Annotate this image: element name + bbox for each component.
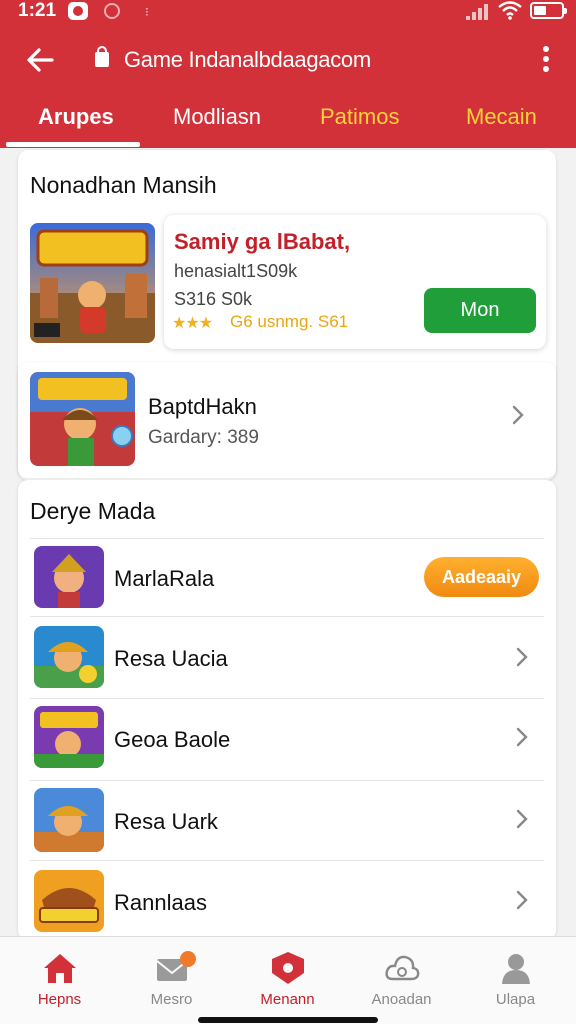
nav-item-messages[interactable]: Mesro (114, 937, 229, 1024)
game-title: Resa Uacia (114, 646, 228, 671)
bottom-nav: Hepns Mesro Menann Anoadan Ulapa (0, 936, 576, 1024)
featured-game-card[interactable]: Samiy ga lBabat, henasialt1S09k S316 S0k… (164, 215, 546, 349)
nav-label: Mesro (150, 991, 193, 1008)
app-header: 1:21 ⁝ Game Indanalbdaagacom Arupes Modl… (0, 0, 576, 148)
home-icon (44, 954, 76, 983)
kebab-menu-icon[interactable] (536, 46, 556, 76)
chevron-right-icon (516, 809, 528, 829)
user-icon (502, 954, 530, 984)
game-title: Resa Uark (114, 809, 218, 834)
divider (30, 538, 544, 539)
game-thumbnail (34, 870, 104, 932)
install-button[interactable]: Mon (424, 288, 536, 333)
featured-game-title: Samiy ga lBabat, (174, 229, 351, 254)
game-category: Gardary: 389 (148, 427, 259, 448)
wifi-icon (498, 1, 522, 20)
shield-icon (272, 952, 304, 984)
app-notification-icon (68, 2, 88, 20)
list-item[interactable]: Rannlaas (18, 864, 556, 936)
star-rating-icon: ★★★ (172, 315, 213, 332)
tab-bar: Arupes Modliasn Patimos Mecain (0, 96, 576, 148)
game-thumbnail (34, 626, 104, 688)
game-thumbnail (30, 372, 135, 466)
nav-item-user[interactable]: Ulapa (458, 937, 573, 1024)
section-title: Nonadhan Mansih (30, 172, 217, 198)
lock-icon (95, 46, 109, 67)
nav-item-cloud[interactable]: Anoadan (344, 937, 459, 1024)
chevron-right-icon (512, 405, 524, 425)
chevron-right-icon (516, 727, 528, 747)
divider (30, 780, 544, 781)
nav-label: Hepns (37, 991, 82, 1008)
section-title: Derye Mada (30, 498, 156, 524)
game-title: Rannlaas (114, 890, 207, 915)
featured-game-size: S316 S0k (174, 289, 253, 309)
home-indicator[interactable] (198, 1017, 378, 1023)
list-item[interactable]: MarlaRala Aadeaaiy (18, 540, 556, 616)
tab-patimos[interactable]: Patimos (320, 104, 399, 130)
game-thumbnail (34, 546, 104, 608)
tab-arupes[interactable]: Arupes (38, 104, 114, 130)
divider (30, 698, 544, 699)
active-tab-indicator (6, 142, 140, 147)
game-title: MarlaRala (114, 566, 215, 591)
cloud-icon (385, 955, 420, 981)
list-item[interactable]: Geoa Baole (18, 700, 556, 778)
nav-item-shield[interactable]: Menann (230, 937, 345, 1024)
browser-url-bar: Game Indanalbdaagacom (0, 30, 576, 90)
chevron-right-icon (516, 890, 528, 910)
back-arrow-icon[interactable] (22, 42, 58, 78)
list-item[interactable]: Resa Uark (18, 782, 556, 860)
featured-game-thumbnail[interactable] (30, 223, 155, 343)
nav-label: Menann (260, 991, 315, 1008)
divider (30, 616, 544, 617)
tab-mecain[interactable]: Mecain (466, 104, 537, 130)
url-text[interactable]: Game Indanalbdaagacom (124, 47, 371, 73)
list-item[interactable]: Resa Uacia (18, 618, 556, 696)
nav-item-home[interactable]: Hepns (2, 937, 117, 1024)
nav-label: Anoadan (371, 991, 432, 1008)
notification-badge (180, 951, 196, 967)
chevron-right-icon (516, 647, 528, 667)
game-thumbnail (34, 788, 104, 852)
signal-icon (466, 4, 490, 20)
tab-modliasn[interactable]: Modliasn (173, 104, 261, 130)
nav-label: Ulapa (495, 991, 536, 1008)
game-title: BaptdHakn (148, 394, 257, 419)
game-thumbnail (34, 706, 104, 768)
battery-icon (530, 2, 567, 19)
vpn-icon (104, 3, 120, 19)
status-bar: 1:21 ⁝ (0, 0, 576, 26)
divider (30, 860, 544, 861)
dot-icon: ⁝ (145, 5, 149, 19)
game-title: Geoa Baole (114, 727, 231, 752)
featured-game-rating: G6 usnmg. S61 (230, 312, 349, 331)
status-time: 1:21 (18, 0, 57, 21)
action-button[interactable]: Aadeaaiy (424, 557, 539, 597)
featured-game-subtitle: henasialt1S09k (174, 261, 298, 281)
